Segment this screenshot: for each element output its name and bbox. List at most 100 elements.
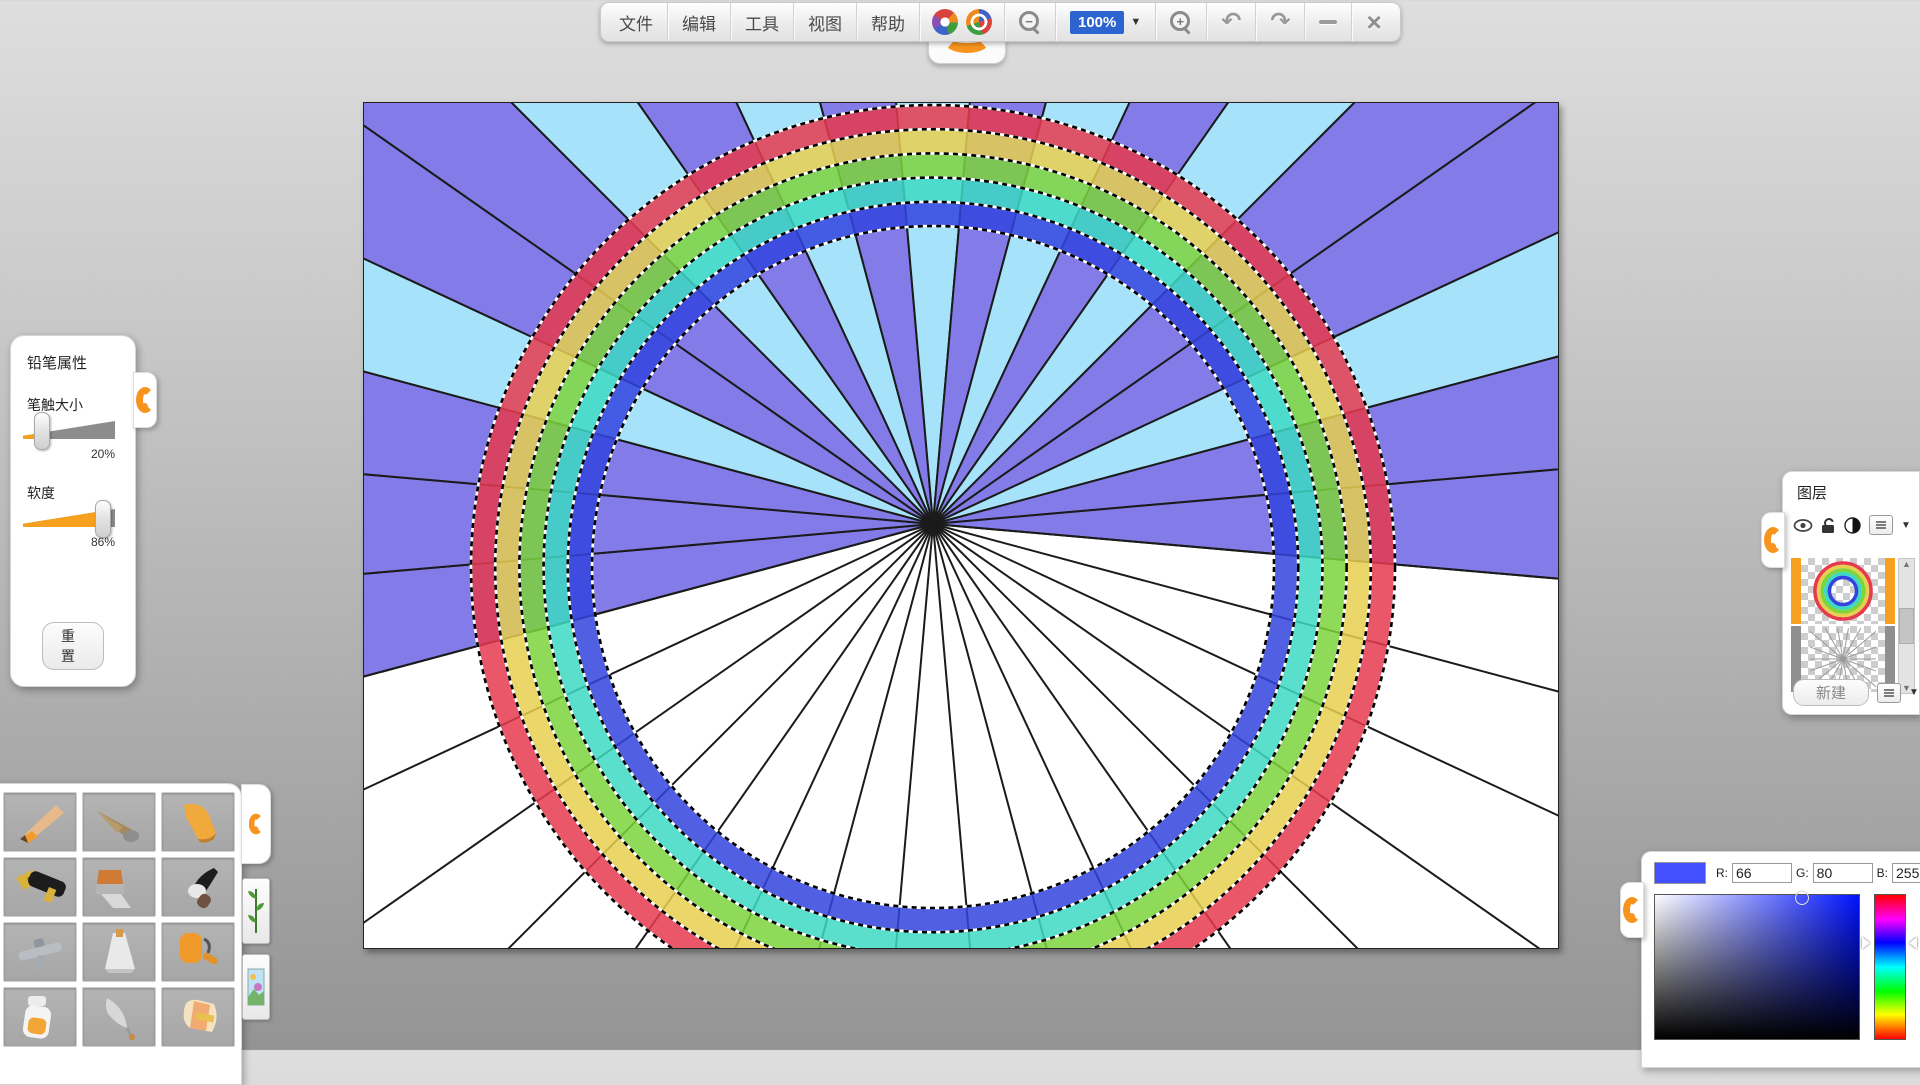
undo-button[interactable]: ↶ xyxy=(1207,3,1256,41)
layers-panel-handle[interactable] xyxy=(1761,512,1785,568)
brush-size-slider[interactable] xyxy=(23,421,115,439)
tool-quill-knife[interactable] xyxy=(82,987,156,1047)
r-label: R: xyxy=(1716,866,1728,880)
menu-tools-label: 工具 xyxy=(745,10,779,35)
menu-view[interactable]: 视图 xyxy=(794,3,857,41)
tool-pastel-stick[interactable] xyxy=(82,792,156,852)
palette-knife-icon xyxy=(91,929,147,975)
ink-brush-icon xyxy=(170,864,226,910)
rainbow-ring-thumbnail xyxy=(1810,560,1876,622)
menu-view-label: 视图 xyxy=(808,10,842,35)
tool-paint-bottle[interactable] xyxy=(3,987,77,1047)
eraser-icon xyxy=(170,994,226,1040)
clown-ear-icon xyxy=(136,387,154,413)
sv-picker-marker[interactable] xyxy=(1795,891,1809,905)
r-input[interactable] xyxy=(1732,863,1792,883)
crayon-icon xyxy=(170,799,226,845)
hue-slider[interactable] xyxy=(1874,894,1906,1040)
tool-crayon[interactable] xyxy=(161,792,235,852)
layers-footer-caret-icon[interactable]: ▼ xyxy=(1909,687,1919,698)
layers-footer-menu-button[interactable] xyxy=(1877,683,1901,703)
hue-marker-left-icon[interactable] xyxy=(1862,937,1870,949)
layer-scrollbar[interactable]: ▲ ▼ xyxy=(1898,558,1915,694)
zoom-dropdown-caret-icon[interactable]: ▼ xyxy=(1130,16,1141,28)
canvas-artwork xyxy=(364,103,1558,948)
softness-thumb[interactable] xyxy=(95,500,111,538)
g-label: G: xyxy=(1796,866,1809,880)
menu-file-label: 文件 xyxy=(619,10,653,35)
color-panel: R: G: B: xyxy=(1641,851,1920,1068)
tool-pencil[interactable] xyxy=(3,792,77,852)
minimize-icon xyxy=(1319,20,1337,24)
menu-tools[interactable]: 工具 xyxy=(731,3,794,41)
clown-ear-icon xyxy=(249,814,263,835)
g-input[interactable] xyxy=(1813,863,1873,883)
zoom-in-button[interactable]: + xyxy=(1156,3,1207,41)
tool-palette-knife[interactable] xyxy=(82,922,156,982)
reset-button[interactable]: 重置 xyxy=(42,622,104,670)
tools-panel-handle[interactable] xyxy=(241,784,271,864)
scroll-up-icon[interactable]: ▲ xyxy=(1902,559,1911,569)
softness-slider[interactable] xyxy=(23,509,115,527)
tool-paint-roller[interactable] xyxy=(161,922,235,982)
mascot-left-eye-icon xyxy=(932,9,958,35)
hue-marker-right-icon[interactable] xyxy=(1909,937,1917,949)
b-label: B: xyxy=(1877,866,1888,880)
plant-stamp-button[interactable] xyxy=(242,878,270,944)
paint-roller-icon xyxy=(170,929,226,975)
flat-brush-icon xyxy=(91,864,147,910)
layer-menu-button[interactable] xyxy=(1869,515,1893,535)
visibility-eye-icon[interactable] xyxy=(1793,519,1813,532)
zoom-level-control[interactable]: 100% ▼ xyxy=(1056,3,1156,41)
pencil-icon xyxy=(12,799,68,845)
softness-fill xyxy=(23,509,102,527)
new-layer-button[interactable]: 新建 xyxy=(1793,679,1869,706)
pastel-stick-icon xyxy=(91,799,147,845)
layer-list xyxy=(1791,558,1895,694)
tool-airbrush[interactable] xyxy=(3,922,77,982)
menu-help[interactable]: 帮助 xyxy=(857,3,920,41)
menu-file[interactable]: 文件 xyxy=(605,3,668,41)
main-toolbar: 文件 编辑 工具 视图 帮助 − 100% ▼ + ↶ ↷ × xyxy=(600,2,1401,42)
menu-edit[interactable]: 编辑 xyxy=(668,3,731,41)
layers-panel-title: 图层 xyxy=(1797,482,1919,503)
tool-eraser[interactable] xyxy=(161,987,235,1047)
color-panel-handle[interactable] xyxy=(1620,882,1644,938)
quill-knife-icon xyxy=(91,994,147,1040)
tools-panel xyxy=(0,783,242,1085)
zoom-out-button[interactable]: − xyxy=(1005,3,1056,41)
layer-menu-caret-icon[interactable]: ▼ xyxy=(1901,520,1911,531)
clown-ear-icon xyxy=(1623,897,1641,923)
tool-ink-brush[interactable] xyxy=(161,857,235,917)
fountain-pen-icon xyxy=(12,864,68,910)
close-icon: × xyxy=(1366,9,1381,35)
layers-panel: 图层 ▼ ▲ ▼ 新建 ▼ xyxy=(1782,471,1920,715)
plant-stamp-icon xyxy=(247,885,265,937)
tool-grid xyxy=(0,784,241,1047)
unlock-icon[interactable] xyxy=(1821,517,1836,534)
menu-lines-icon xyxy=(1875,520,1887,530)
scene-stamp-button[interactable] xyxy=(242,954,270,1020)
brush-size-thumb[interactable] xyxy=(34,412,50,450)
tools-side-column xyxy=(241,784,271,1030)
b-input[interactable] xyxy=(1892,863,1920,883)
magnifier-minus-icon: − xyxy=(1019,11,1041,33)
drawing-canvas[interactable] xyxy=(363,102,1559,949)
layer-item-rainbow-ring[interactable] xyxy=(1791,558,1895,624)
saturation-value-picker[interactable] xyxy=(1654,894,1860,1040)
tool-fountain-pen[interactable] xyxy=(3,857,77,917)
minimize-button[interactable] xyxy=(1305,3,1352,41)
brush-size-value: 20% xyxy=(15,447,115,461)
scrollbar-thumb[interactable] xyxy=(1899,608,1914,644)
pencil-panel-handle[interactable] xyxy=(133,372,157,428)
tool-flat-brush[interactable] xyxy=(82,857,156,917)
blend-half-circle-icon[interactable] xyxy=(1844,517,1861,534)
zoom-level-value[interactable]: 100% xyxy=(1070,11,1124,34)
toolbar-drag-handle[interactable] xyxy=(928,39,1006,64)
scene-stamp-icon xyxy=(247,961,265,1013)
redo-button[interactable]: ↷ xyxy=(1256,3,1305,41)
pencil-properties-panel: 铅笔属性 笔触大小 20% 软度 86% 重置 xyxy=(10,335,136,687)
close-button[interactable]: × xyxy=(1352,3,1395,41)
magnifier-plus-icon: + xyxy=(1170,11,1192,33)
paint-bottle-icon xyxy=(12,994,68,1040)
